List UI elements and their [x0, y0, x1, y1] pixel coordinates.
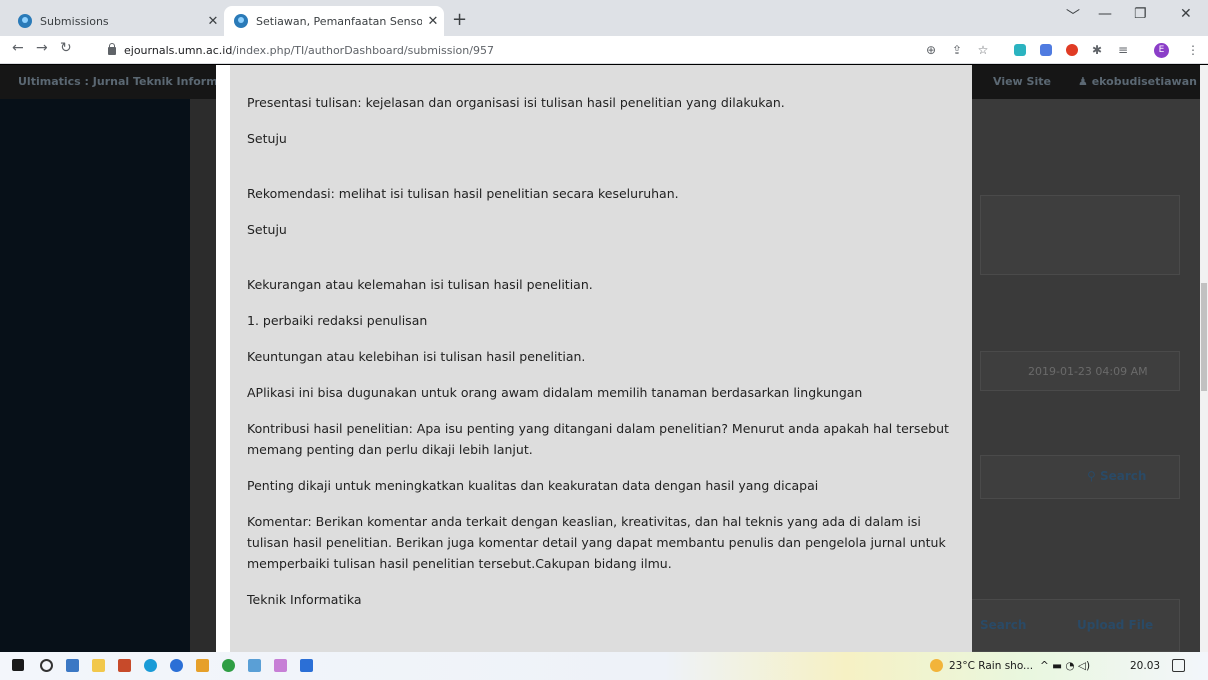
- app-icon[interactable]: [118, 659, 131, 672]
- search-button[interactable]: ⚲ Search: [1087, 469, 1146, 483]
- maximize-button[interactable]: ❐: [1134, 6, 1147, 22]
- tab-close-icon[interactable]: ✕: [422, 14, 444, 29]
- review-modal-body: Presentasi tulisan: kejelasan dan organi…: [230, 65, 972, 652]
- translate-extension-icon[interactable]: [1040, 44, 1052, 56]
- upload-file-button[interactable]: Upload File: [1077, 618, 1153, 632]
- file-explorer-icon[interactable]: [92, 659, 105, 672]
- app-icon[interactable]: [196, 659, 209, 672]
- tray-icons[interactable]: ^ ▬ ◔ ◁): [1040, 660, 1090, 672]
- review-answer: Penting dikaji untuk meningkatkan kualit…: [247, 478, 819, 493]
- windows-start-icon[interactable]: [12, 659, 24, 671]
- tab-submission-detail[interactable]: Setiawan, Pemanfaatan Sensor P... ✕: [224, 6, 444, 36]
- url-path: /index.php/TI/authorDashboard/submission…: [232, 43, 494, 57]
- close-window-button[interactable]: ✕: [1180, 6, 1192, 22]
- chrome-icon[interactable]: [222, 659, 235, 672]
- lock-icon[interactable]: [108, 43, 116, 55]
- edge-icon[interactable]: [144, 659, 157, 672]
- bookmark-star-icon[interactable]: ☆: [976, 43, 990, 57]
- profile-avatar[interactable]: E: [1154, 43, 1169, 58]
- ojs-favicon-icon: [18, 14, 32, 28]
- review-question: Rekomendasi: melihat isi tulisan hasil p…: [247, 186, 679, 201]
- clock[interactable]: 20.03: [1130, 660, 1160, 672]
- reading-list-icon[interactable]: ≡: [1116, 43, 1130, 57]
- content-gutter: [190, 99, 216, 652]
- address-bar[interactable]: ejournals.umn.ac.id/index.php/TI/authorD…: [108, 39, 978, 61]
- new-tab-button[interactable]: +: [452, 9, 467, 30]
- browser-toolbar: ← → ↻ ejournals.umn.ac.id/index.php/TI/a…: [0, 36, 1208, 64]
- dimmed-panel: [980, 195, 1180, 275]
- weather-text[interactable]: 23°C Rain sho...: [949, 660, 1033, 672]
- sidebar: [0, 99, 190, 652]
- tab-title: Setiawan, Pemanfaatan Sensor P...: [256, 14, 422, 28]
- site-name[interactable]: Ultimatics : Jurnal Teknik Informatika: [18, 75, 249, 88]
- app-icon[interactable]: [170, 659, 183, 672]
- opera-extension-icon[interactable]: [1066, 44, 1078, 56]
- review-question: Kekurangan atau kelemahan isi tulisan ha…: [247, 277, 593, 292]
- extensions-puzzle-icon[interactable]: ✱: [1090, 43, 1104, 57]
- review-answer: Setuju: [247, 222, 287, 237]
- review-content: Presentasi tulisan: kejelasan dan organi…: [247, 92, 955, 610]
- review-answer: Teknik Informatika: [247, 592, 362, 607]
- minimize-button[interactable]: —: [1098, 6, 1112, 22]
- review-question: Presentasi tulisan: kejelasan dan organi…: [247, 95, 785, 110]
- app-icon[interactable]: [274, 659, 287, 672]
- calculator-icon[interactable]: [66, 659, 79, 672]
- user-menu[interactable]: ♟ ekobudisetiawan: [1078, 75, 1197, 88]
- review-answer: APlikasi ini bisa dugunakan untuk orang …: [247, 385, 863, 400]
- share-icon[interactable]: ⇪: [950, 43, 964, 57]
- word-icon[interactable]: [300, 659, 313, 672]
- weather-icon[interactable]: [930, 659, 943, 672]
- forward-icon[interactable]: →: [36, 40, 48, 56]
- review-answer: 1. perbaiki redaksi penulisan: [247, 313, 428, 328]
- browser-menu-icon[interactable]: ⋮: [1186, 43, 1200, 57]
- windows-taskbar: 23°C Rain sho... ^ ▬ ◔ ◁) 20.03: [0, 652, 1208, 680]
- username: ekobudisetiawan: [1091, 75, 1197, 88]
- review-answer: Setuju: [247, 131, 287, 146]
- browser-tab-strip: Submissions ✕ Setiawan, Pemanfaatan Sens…: [0, 0, 1208, 36]
- review-question: Kontribusi hasil penelitian: Apa isu pen…: [247, 421, 949, 457]
- review-modal: Presentasi tulisan: kejelasan dan organi…: [216, 65, 972, 652]
- tab-close-icon[interactable]: ✕: [202, 14, 224, 29]
- notification-icon[interactable]: [1172, 659, 1185, 672]
- extension-icon[interactable]: [1014, 44, 1026, 56]
- tab-search-icon[interactable]: ﹀: [1066, 6, 1080, 26]
- page-scrollbar[interactable]: [1200, 65, 1208, 652]
- app-icon[interactable]: [248, 659, 261, 672]
- review-question: Keuntungan atau kelebihan isi tulisan ha…: [247, 349, 586, 364]
- submission-date: 2019-01-23 04:09 AM: [1028, 365, 1148, 378]
- zoom-icon[interactable]: ⊕: [924, 43, 938, 57]
- tab-title: Submissions: [40, 14, 109, 28]
- scrollbar-thumb[interactable]: [1201, 283, 1207, 391]
- search-button[interactable]: Search: [980, 618, 1026, 632]
- review-question: Komentar: Berikan komentar anda terkait …: [247, 514, 946, 571]
- tab-submissions[interactable]: Submissions ✕: [8, 6, 224, 36]
- search-icon[interactable]: [40, 659, 53, 672]
- dimmed-panel: [980, 455, 1180, 499]
- url-host: ejournals.umn.ac.id: [124, 43, 233, 57]
- ojs-favicon-icon: [234, 14, 248, 28]
- back-icon[interactable]: ←: [12, 40, 24, 56]
- view-site-link[interactable]: View Site: [993, 75, 1051, 88]
- reload-icon[interactable]: ↻: [60, 40, 72, 56]
